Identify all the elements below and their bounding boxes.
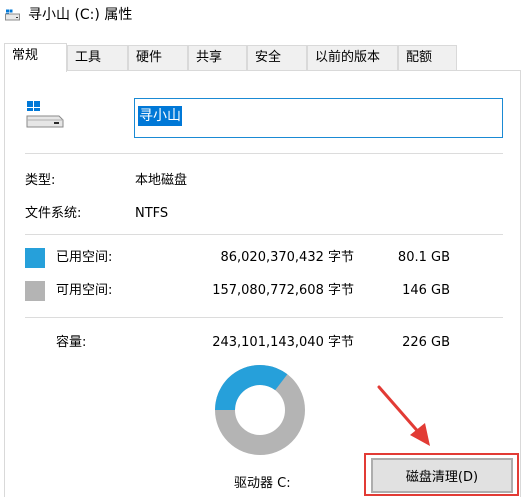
divider [25, 317, 503, 318]
drive-name-text: 寻小山 [138, 106, 182, 126]
hard-drive-icon [26, 101, 64, 128]
free-space-size: 146 GB [402, 283, 450, 298]
capacity-label: 容量: [56, 335, 87, 350]
divider [25, 234, 503, 235]
drive-name-input[interactable]: 寻小山 [134, 98, 503, 138]
tab-sharing[interactable]: 共享 [188, 45, 247, 71]
used-space-label: 已用空间: [56, 250, 113, 265]
type-label: 类型: [25, 173, 56, 188]
tab-quota[interactable]: 配额 [398, 45, 457, 71]
tab-strip: 常规 工具 硬件 共享 安全 以前的版本 配额 [0, 43, 523, 72]
tab-previous-versions[interactable]: 以前的版本 [307, 45, 398, 71]
tab-tools[interactable]: 工具 [67, 45, 128, 71]
tab-label: 工具 [75, 50, 102, 65]
divider [25, 153, 503, 154]
tab-security[interactable]: 安全 [247, 45, 307, 71]
used-space-swatch [25, 248, 45, 268]
file-system-value: NTFS [135, 206, 169, 221]
file-system-label: 文件系统: [25, 206, 82, 221]
annotation-arrow-icon [377, 385, 430, 446]
tab-label: 硬件 [136, 50, 163, 65]
used-space-bytes: 86,020,370,432 字节 [220, 250, 354, 265]
used-space-size: 80.1 GB [397, 250, 450, 265]
capacity-bytes: 243,101,143,040 字节 [212, 335, 354, 350]
tab-label: 常规 [12, 48, 39, 63]
disk-usage-donut [215, 365, 305, 455]
type-value: 本地磁盘 [135, 173, 188, 188]
free-space-label: 可用空间: [56, 283, 113, 298]
drive-letter-label: 驱动器 C: [234, 476, 291, 491]
tab-hardware[interactable]: 硬件 [128, 45, 188, 71]
tab-label: 以前的版本 [315, 50, 381, 65]
window-title: 寻小山 (C:) 属性 [28, 7, 133, 23]
free-space-bytes: 157,080,772,608 字节 [212, 283, 354, 298]
tab-label: 安全 [255, 50, 282, 65]
free-space-swatch [25, 281, 45, 301]
tab-label: 配额 [406, 50, 433, 65]
capacity-size: 226 GB [402, 335, 450, 350]
tab-label: 共享 [196, 50, 223, 65]
used-space-arc [215, 365, 288, 411]
title-bar: 寻小山 (C:) 属性 [0, 0, 523, 32]
tab-general[interactable]: 常规 [4, 43, 67, 72]
drive-icon [5, 9, 20, 21]
disk-cleanup-button[interactable]: 磁盘清理(D) [371, 458, 513, 493]
